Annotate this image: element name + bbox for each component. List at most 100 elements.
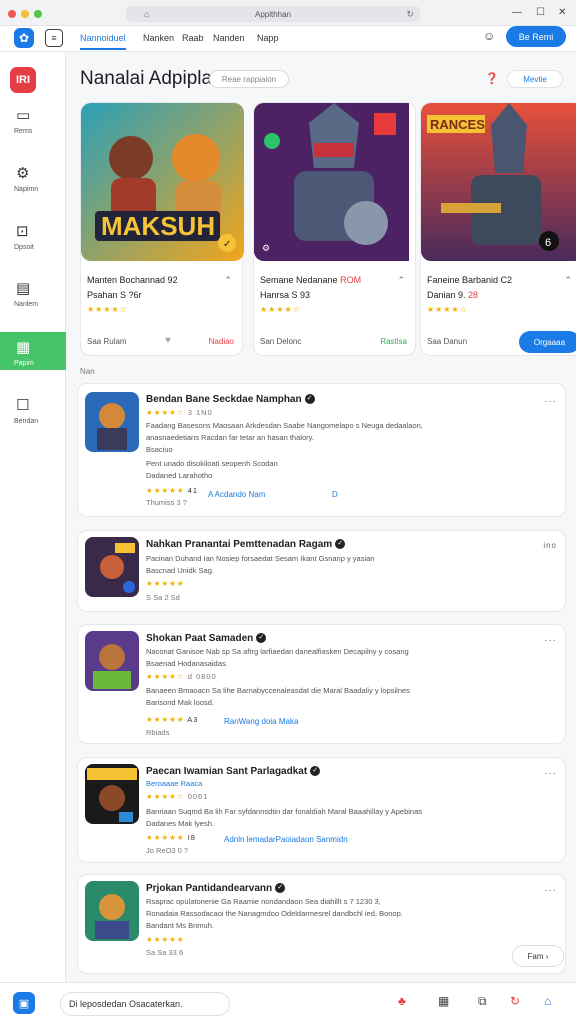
- page-title: Nanalai Adpiplan: [80, 68, 223, 89]
- app-name: Prjokan Pantidandearvann ✓: [146, 883, 286, 894]
- app-description: Bascnad Unidk Sag.: [146, 566, 214, 575]
- featured-title: Semane Nedanane ROM: [260, 275, 362, 285]
- app-description: Pent unado disokiloati seopenh Scodan: [146, 459, 278, 468]
- home-icon[interactable]: ▣: [13, 992, 35, 1014]
- app-description: Ronadaia Rassodacaoi the Nanagmdoo Odeld…: [146, 909, 403, 918]
- app-logo-icon[interactable]: ✿: [14, 28, 34, 48]
- tab-home[interactable]: Nannoiduel: [80, 33, 126, 50]
- star-rating: ★★★★☆: [87, 305, 128, 314]
- help-icon[interactable]: ❓: [485, 72, 499, 85]
- featured-source: Saa Danun: [427, 337, 468, 346]
- app-thumbnail: [85, 631, 139, 691]
- tab-movies[interactable]: Nanden: [213, 33, 245, 43]
- more-icon[interactable]: ···: [544, 768, 557, 779]
- verified-icon: ✓: [275, 883, 286, 894]
- list-item[interactable]: Bendan Bane Seckdae Namphan ✓ ··· ★★★★☆ 3…: [77, 383, 566, 517]
- bell-icon[interactable]: ♣: [398, 994, 406, 1008]
- more-icon[interactable]: ···: [544, 635, 557, 646]
- chevron-up-icon[interactable]: ⌃: [224, 275, 232, 286]
- sidebar-item-label: Napimn: [14, 186, 39, 193]
- notification-icon[interactable]: ☺: [483, 29, 495, 43]
- rating-row: ★★★★★ 41: [146, 486, 199, 495]
- tab-games[interactable]: Nanken: [143, 33, 174, 43]
- sidebar: IRI ▭ Rems ⚙ Napimn ⊡ Dpsoit ▤ Nanlem ▦ …: [0, 52, 66, 982]
- sidebar-item-bendan[interactable]: ☐ Bendan: [0, 396, 66, 436]
- featured-subtitle: Psahan S ?6r: [87, 290, 142, 300]
- featured-action[interactable]: Nadiao: [209, 337, 234, 346]
- more-button[interactable]: ino: [543, 541, 557, 550]
- chat-icon: ☐: [16, 397, 30, 414]
- app-link[interactable]: Adnln lemadarPaoiadaon Sanmidn: [224, 835, 348, 844]
- featured-subtitle: Danian 9. 28: [427, 290, 479, 300]
- app-link-extra[interactable]: D: [332, 490, 338, 499]
- maximize-dot[interactable]: [34, 10, 42, 18]
- featured-card[interactable]: ⚙ Semane Nedanane ROM ⌃ Hanrsa S 93 ★★★★…: [253, 102, 416, 356]
- reload-icon[interactable]: ↻: [406, 9, 414, 20]
- store-icon[interactable]: ⌂: [544, 994, 551, 1008]
- window-maximize-icon[interactable]: ☐: [536, 7, 545, 18]
- star-rating: ★★★★☆: [427, 305, 468, 314]
- tab-apps[interactable]: Raab: [182, 33, 204, 43]
- featured-art: ⚙: [254, 103, 417, 261]
- header-button[interactable]: Mevtie: [507, 70, 563, 88]
- app-subtitle: Beroaaae Raaca: [146, 779, 203, 788]
- list-item[interactable]: Paecan Iwamian Sant Parlagadkat ✓ ··· Ber…: [77, 757, 566, 863]
- list-item[interactable]: Shokan Paat Samaden ✓ ··· Naconat Ganisoe…: [77, 624, 566, 744]
- featured-card[interactable]: MAKSUH ✓ Manten Bochannad 92 ⌃ Psahan S …: [80, 102, 244, 356]
- featured-action[interactable]: Rastlsa: [380, 337, 407, 346]
- sidebar-item-papim[interactable]: ▦ Papim: [0, 332, 66, 370]
- folder-icon: ▭: [16, 107, 31, 124]
- star-rating: ★★★★☆ 0061: [146, 792, 209, 801]
- more-icon[interactable]: ···: [544, 885, 557, 896]
- list-item[interactable]: Nahkan Pranantai Pemttenadan Ragam ✓ ino …: [77, 530, 566, 612]
- verified-icon: ✓: [256, 633, 267, 644]
- address-bar[interactable]: ⌂ Appithhan ↻: [126, 6, 420, 22]
- app-description: Dadanes Mak lyesh.: [146, 819, 214, 828]
- app-description: anasnaedetians Racdan far tetar an hasan…: [146, 433, 314, 442]
- bottom-bar: ▣ Di leposdedan Osacaterkan. ♣ ▦ ⧉ ↻ ⌂: [0, 982, 576, 1024]
- refresh-icon[interactable]: ↻: [510, 994, 520, 1008]
- sidebar-item-rems[interactable]: ▭ Rems: [0, 106, 66, 146]
- app-description: Banaeen Bmaoacn Sa lihe Barnabyccenaleas…: [146, 686, 410, 695]
- app-description: Bandant Ms Bnmuh.: [146, 921, 214, 930]
- app-link[interactable]: RanWang doia Maka: [224, 717, 298, 726]
- featured-art-title: MAKSUH: [101, 211, 215, 241]
- more-icon[interactable]: ···: [544, 396, 557, 407]
- window-minimize-icon[interactable]: —: [512, 7, 522, 18]
- bottom-input[interactable]: Di leposdedan Osacaterkan.: [60, 992, 230, 1016]
- featured-art-badge: 6: [545, 237, 551, 249]
- chevron-up-icon[interactable]: ⌃: [564, 275, 572, 286]
- featured-art-badge: ✓: [223, 239, 231, 250]
- window-close-icon[interactable]: ✕: [558, 7, 566, 18]
- sidebar-item-label: Papim: [14, 360, 34, 367]
- heart-icon[interactable]: ♥: [165, 335, 171, 346]
- list-item[interactable]: Prjokan Pantidandearvann ✓ ··· Rsaprac op…: [77, 874, 566, 974]
- sidebar-item-nanlem[interactable]: ▤ Nanlem: [0, 279, 66, 319]
- chevron-up-icon[interactable]: ⌃: [397, 275, 405, 286]
- rating-row: ★★★★★ A3: [146, 715, 199, 724]
- floating-button[interactable]: Fam ›: [512, 945, 564, 967]
- featured-card[interactable]: RANCES 6 Faneine Barbanid C2 ⌃ Danian 9.…: [420, 102, 576, 356]
- app-thumbnail: [85, 764, 139, 824]
- minimize-dot[interactable]: [21, 10, 29, 18]
- featured-art-badge: ⚙: [262, 243, 270, 253]
- tab-books[interactable]: Napp: [257, 33, 279, 43]
- sidebar-item-napimn[interactable]: ⚙ Napimn: [0, 164, 66, 204]
- sidebar-logo[interactable]: IRI: [10, 67, 36, 93]
- menu-icon[interactable]: ≡: [45, 29, 63, 47]
- app-description: Pacinan Duhand Ian Nosiep forsaedat Sesa…: [146, 554, 375, 563]
- app-link[interactable]: A Acdando Nam: [208, 490, 265, 499]
- grid-icon[interactable]: ▦: [438, 994, 449, 1008]
- app-description: Barisond Mak loosd.: [146, 698, 214, 707]
- search-input[interactable]: Reae rappiaion: [209, 70, 289, 88]
- featured-source: Saa Rulam: [87, 337, 127, 346]
- app-thumbnail: [85, 881, 139, 941]
- copy-icon[interactable]: ⧉: [478, 994, 487, 1009]
- gear-icon: ⚙: [16, 165, 30, 182]
- sidebar-item-dpsoit[interactable]: ⊡ Dpsoit: [0, 222, 66, 262]
- rating-row: ★★★★★: [146, 579, 185, 588]
- download-icon: ⊡: [16, 223, 29, 240]
- close-dot[interactable]: [8, 10, 16, 18]
- sign-in-button[interactable]: Be Remi: [506, 26, 566, 47]
- featured-get-button[interactable]: Orgaaaa: [519, 331, 576, 353]
